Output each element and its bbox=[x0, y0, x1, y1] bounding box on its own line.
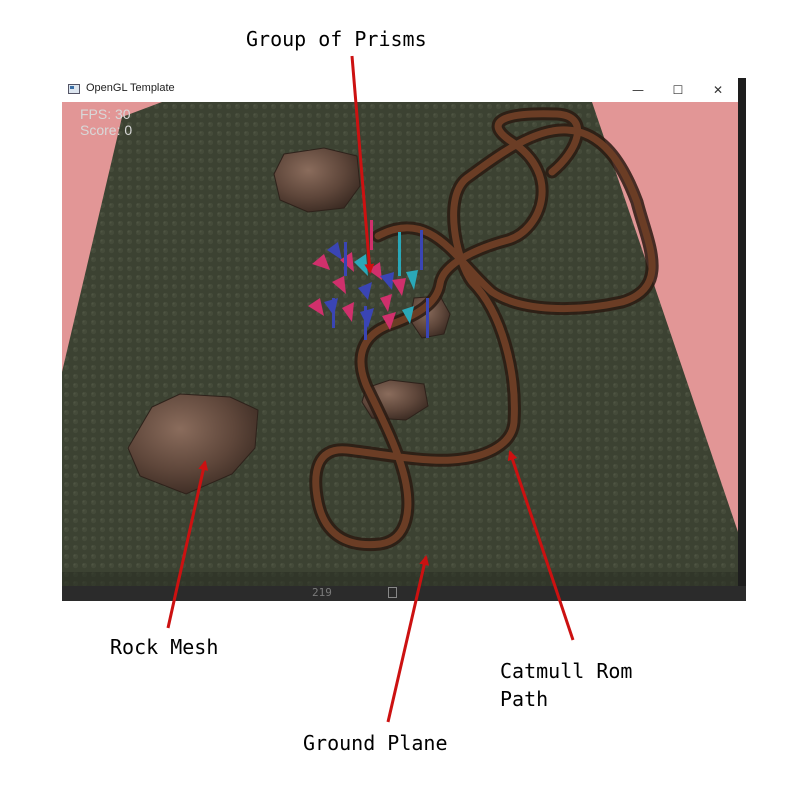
app-icon bbox=[68, 84, 80, 94]
line-number: 219 bbox=[312, 586, 332, 599]
rock-mesh-back bbox=[273, 147, 361, 213]
document-icon bbox=[388, 587, 397, 598]
window-title: OpenGL Template bbox=[86, 82, 175, 94]
opengl-window: OpenGL Template — ☐ ✕ FPS: 30 Score: 0 2… bbox=[62, 78, 746, 601]
maximize-button[interactable]: ☐ bbox=[658, 78, 698, 102]
ground-plane bbox=[62, 102, 738, 586]
gl-viewport[interactable]: FPS: 30 Score: 0 bbox=[62, 102, 738, 586]
fps-counter: FPS: 30 bbox=[80, 106, 131, 122]
close-button[interactable]: ✕ bbox=[698, 78, 738, 102]
title-bar[interactable]: OpenGL Template — ☐ ✕ bbox=[62, 78, 738, 102]
label-group-of-prisms: Group of Prisms bbox=[246, 27, 427, 51]
minimize-button[interactable]: — bbox=[618, 78, 658, 102]
ground-edge bbox=[62, 572, 738, 586]
label-ground-plane: Ground Plane bbox=[303, 731, 448, 755]
score-counter: Score: 0 bbox=[80, 122, 133, 138]
scene-render bbox=[62, 102, 738, 586]
label-catmull-rom: Catmull Rom bbox=[500, 659, 633, 683]
label-rock-mesh: Rock Mesh bbox=[110, 635, 219, 659]
editor-edge bbox=[738, 78, 746, 601]
editor-status-bar: 219 bbox=[62, 586, 746, 601]
label-path: Path bbox=[500, 687, 549, 711]
